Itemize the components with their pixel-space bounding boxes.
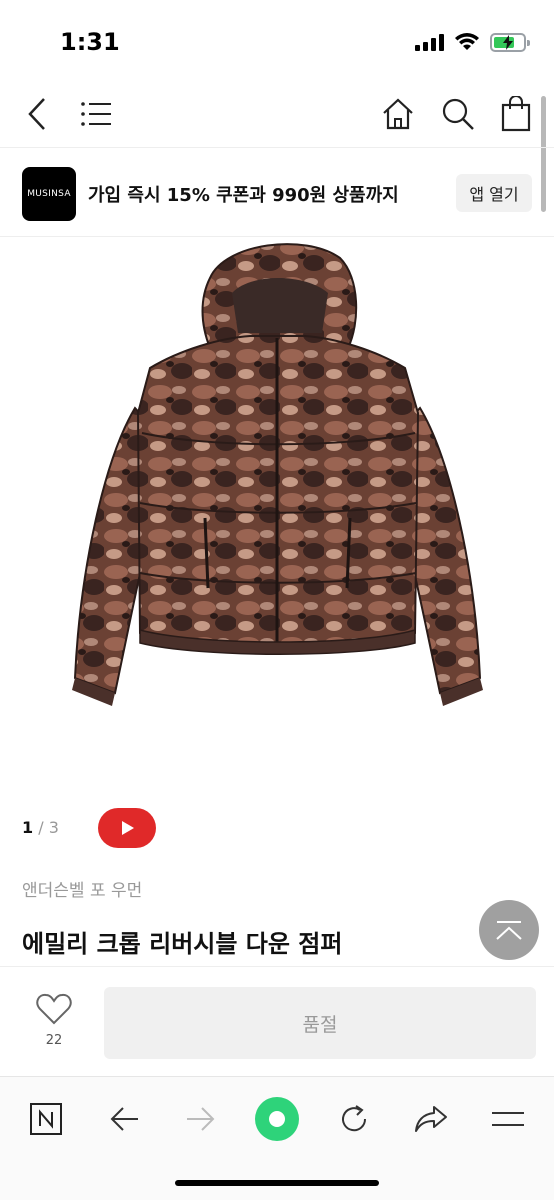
share-icon — [415, 1106, 447, 1132]
back-icon — [28, 98, 45, 130]
browser-back-button[interactable] — [100, 1095, 148, 1143]
back-button[interactable] — [14, 90, 62, 138]
musinsa-logo: MUSINSA — [22, 167, 76, 221]
cart-button[interactable] — [492, 90, 540, 138]
signal-icon — [415, 33, 444, 51]
charging-bolt-icon — [503, 34, 513, 50]
play-icon — [122, 821, 134, 835]
forward-arrow-icon — [187, 1107, 215, 1131]
chevron-up-icon — [496, 921, 522, 940]
green-dot-icon — [255, 1097, 299, 1141]
home-button[interactable] — [374, 90, 422, 138]
naver-button[interactable] — [22, 1095, 70, 1143]
menu-button[interactable] — [72, 90, 120, 138]
status-bar: 1:31 — [0, 0, 554, 80]
pager-total: 3 — [48, 818, 59, 837]
share-button[interactable] — [407, 1095, 455, 1143]
cart-icon — [501, 96, 531, 132]
product-title: 에밀리 크롭 리버시블 다운 점퍼 — [22, 930, 343, 958]
browser-menu-button[interactable] — [484, 1095, 532, 1143]
naver-icon — [30, 1103, 62, 1135]
battery-icon — [490, 32, 530, 52]
open-app-button[interactable]: 앱 열기 — [456, 174, 532, 212]
back-arrow-icon — [110, 1107, 138, 1131]
like-count: 22 — [45, 1033, 63, 1048]
product-image[interactable] — [60, 238, 494, 718]
wifi-icon — [455, 33, 479, 50]
app-promo-banner[interactable]: MUSINSA 가입 즉시 15% 쿠폰과 990원 상품까지 앱 열기 — [0, 149, 554, 237]
bottom-action-bar: 22 품절 — [0, 966, 554, 1076]
like-button[interactable]: 22 — [28, 993, 80, 1053]
refresh-button[interactable] — [330, 1095, 378, 1143]
promo-text: 가입 즉시 15% 쿠폰과 990원 상품까지 — [88, 185, 399, 206]
soldout-button: 품절 — [104, 987, 536, 1059]
status-time: 1:31 — [60, 28, 120, 56]
search-button[interactable] — [434, 90, 482, 138]
search-icon — [442, 98, 474, 130]
menu-icon — [492, 1112, 524, 1126]
home-icon — [383, 98, 413, 130]
pager-separator: / — [33, 818, 49, 837]
browser-forward-button[interactable] — [177, 1095, 225, 1143]
youtube-play-button[interactable] — [98, 808, 156, 848]
refresh-icon — [342, 1105, 367, 1132]
status-icons — [415, 32, 530, 52]
scroll-to-top-button[interactable] — [479, 900, 539, 960]
menu-icon — [81, 102, 111, 126]
image-pager: 1 / 3 — [22, 818, 59, 837]
home-indicator[interactable] — [175, 1180, 379, 1186]
heart-icon — [36, 993, 72, 1025]
pager-current: 1 — [22, 818, 34, 837]
top-nav — [0, 80, 554, 148]
green-dot-button[interactable] — [253, 1095, 301, 1143]
brand-name[interactable]: 앤더슨벨 포 우먼 — [22, 876, 142, 901]
